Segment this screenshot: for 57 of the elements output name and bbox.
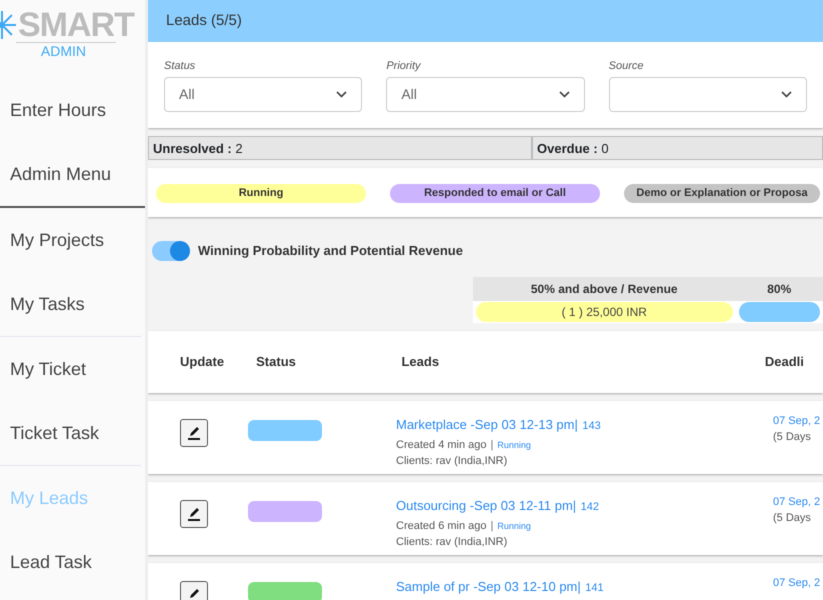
logo-text: SMART [18,8,134,42]
stat-text: Unresolved : 2 [153,140,243,156]
logo-subtext: ADMIN [16,42,116,60]
lead-title-link[interactable]: Outsourcing -Sep 03 12-11 pm| [396,498,576,512]
edit-button[interactable] [180,500,208,528]
column-header: Deadli [764,352,805,371]
lead-number-link[interactable]: 143 [582,420,601,432]
created-text: Created 4 min ago [396,438,486,450]
pencil-icon [186,506,202,522]
clients-text: Clients: rav (India,INR) [396,454,508,468]
lead-number-link[interactable]: 141 [585,582,604,594]
chevron-down-icon [780,90,792,98]
lead-title-link[interactable]: Marketplace -Sep 03 12-13 pm| [396,416,578,432]
deadline-date: 07 Sep, 2 [773,576,820,590]
column-header: Leads [401,352,440,371]
sidebar-item[interactable]: My Tasks [0,272,145,336]
toggle-label: Winning Probability and Potential Revenue [198,242,463,260]
chevron-down-icon [336,90,348,98]
select-field[interactable] [608,76,807,112]
select-field[interactable]: All [386,76,585,112]
status-link[interactable]: Running [497,440,531,450]
deadline-date: 07 Sep, 2 [773,494,820,510]
select-field[interactable]: All [164,76,362,112]
status-legend-pill: Running [156,184,366,202]
status-legend-pill: Responded to email or Call [390,184,600,202]
deadline-date: 07 Sep, 2 [773,414,820,428]
page-title: Leads (5/5) [166,12,242,29]
filter-label: Status [164,59,196,74]
chevron-down-icon [558,90,570,98]
revenue-heading: 50% and above / Revenue [473,276,736,300]
sidebar-item[interactable]: My Ticket [0,337,145,401]
edit-button[interactable] [180,418,208,446]
sidebar-item[interactable]: My Projects [0,208,145,272]
sidebar-item[interactable]: Lead Task [0,530,145,594]
sidebar-item[interactable]: Admin Menu [0,142,145,206]
column-header: Update [180,352,226,371]
created-text: Created 6 min ago [396,520,486,532]
logo-icon [0,10,18,40]
separator: | [490,520,494,532]
clients-text: Clients: rav (India,INR) [396,534,508,550]
toggle-switch[interactable] [152,240,190,260]
stat-text: Overdue : 0 [537,140,609,156]
revenue-heading: 80% [736,276,823,300]
status-legend-pill: Demo or Explanation or Proposa [624,184,820,202]
pencil-icon [186,424,202,440]
filter-label: Priority [386,59,422,74]
filter-label: Source [608,59,645,74]
sidebar-item[interactable]: Enter Hours [0,78,145,142]
days-left-text: (5 Days [773,430,812,445]
sidebar-item[interactable]: Ticket Task [0,401,145,465]
lead-title-link[interactable]: Sample of pr -Sep 03 12-10 pm| [396,578,581,594]
days-left-text: (5 Days [773,511,812,526]
lead-number-link[interactable]: 142 [580,500,599,512]
separator: | [490,438,494,450]
status-link[interactable]: Running [497,520,531,530]
column-header: Status [256,352,297,371]
revenue-bar: ( 1 ) 25,000 INR [476,302,732,322]
